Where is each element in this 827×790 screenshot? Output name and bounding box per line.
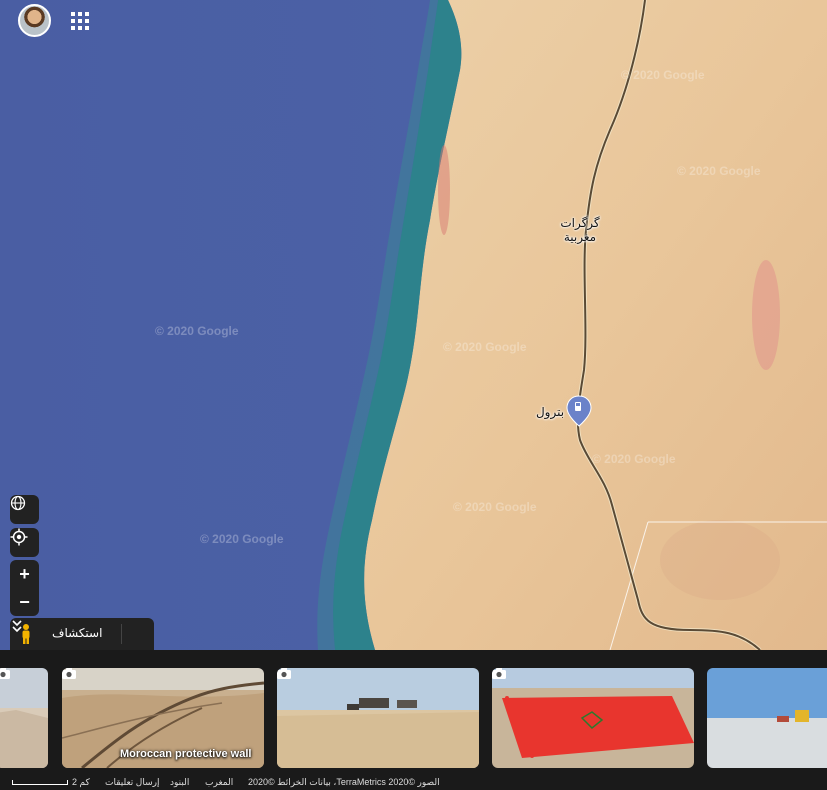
map-watermark: © 2020 Google xyxy=(621,68,705,82)
terms-link[interactable]: البنود xyxy=(170,775,189,790)
apps-grid-icon[interactable] xyxy=(71,12,89,30)
country-label: المغرب xyxy=(205,777,234,787)
map-watermark: © 2020 Google xyxy=(443,340,527,354)
photo-caption: Moroccan protective wall xyxy=(120,748,252,760)
attribution-text: الصور ©2020 TerraMetrics، بيانات الخرائط… xyxy=(248,777,440,787)
zoom-control: + − xyxy=(10,560,39,616)
my-location-button[interactable] xyxy=(10,528,39,557)
map-watermark: © 2020 Google xyxy=(677,164,761,178)
zoom-in-button[interactable]: + xyxy=(10,560,39,588)
photo-thumbnail[interactable] xyxy=(277,668,479,768)
photo-thumbnail[interactable] xyxy=(707,668,827,768)
divider xyxy=(121,624,122,644)
map-watermark: © 2020 Google xyxy=(155,324,239,338)
photo-thumbnail[interactable] xyxy=(492,668,694,768)
send-feedback-link[interactable]: إرسال تعليقات xyxy=(105,775,159,790)
map-watermark: © 2020 Google xyxy=(200,532,284,546)
pegman-icon[interactable] xyxy=(10,618,42,650)
photo-thumbnail[interactable]: Moroccan protective wall xyxy=(62,668,264,768)
explore-label: استكشاف xyxy=(52,626,103,640)
map-watermark: © 2020 Google xyxy=(453,500,537,514)
explore-panel-toggle[interactable]: استكشاف xyxy=(10,618,154,650)
map-footer: 2 كم إرسال تعليقات البنود المغرب الصور ©… xyxy=(0,775,827,790)
crosshair-icon xyxy=(10,528,28,546)
photo-image xyxy=(707,668,827,768)
camera-icon xyxy=(492,668,506,679)
map-watermark: © 2020 Google xyxy=(592,452,676,466)
globe-icon xyxy=(10,495,26,511)
map-imagery xyxy=(0,0,827,650)
zoom-out-button[interactable]: − xyxy=(10,588,39,616)
user-avatar[interactable] xyxy=(18,4,51,37)
satellite-map[interactable]: © 2020 Google © 2020 Google © 2020 Googl… xyxy=(0,0,827,650)
place-label-fuel[interactable]: بترول xyxy=(530,405,570,419)
place-label-guerguerat[interactable]: گرگرات مغربية xyxy=(554,216,606,244)
camera-icon xyxy=(62,668,76,679)
globe-view-button[interactable] xyxy=(10,495,39,524)
photo-thumbnail[interactable] xyxy=(0,668,48,768)
photo-image xyxy=(277,668,479,768)
photo-carousel[interactable]: Moroccan protective wall xyxy=(0,650,827,775)
scale-label: 2 كم xyxy=(72,777,90,787)
photo-image xyxy=(0,668,48,768)
camera-icon xyxy=(277,668,291,679)
scale-bar xyxy=(12,780,68,785)
photo-image xyxy=(492,668,694,768)
camera-icon xyxy=(0,668,10,679)
